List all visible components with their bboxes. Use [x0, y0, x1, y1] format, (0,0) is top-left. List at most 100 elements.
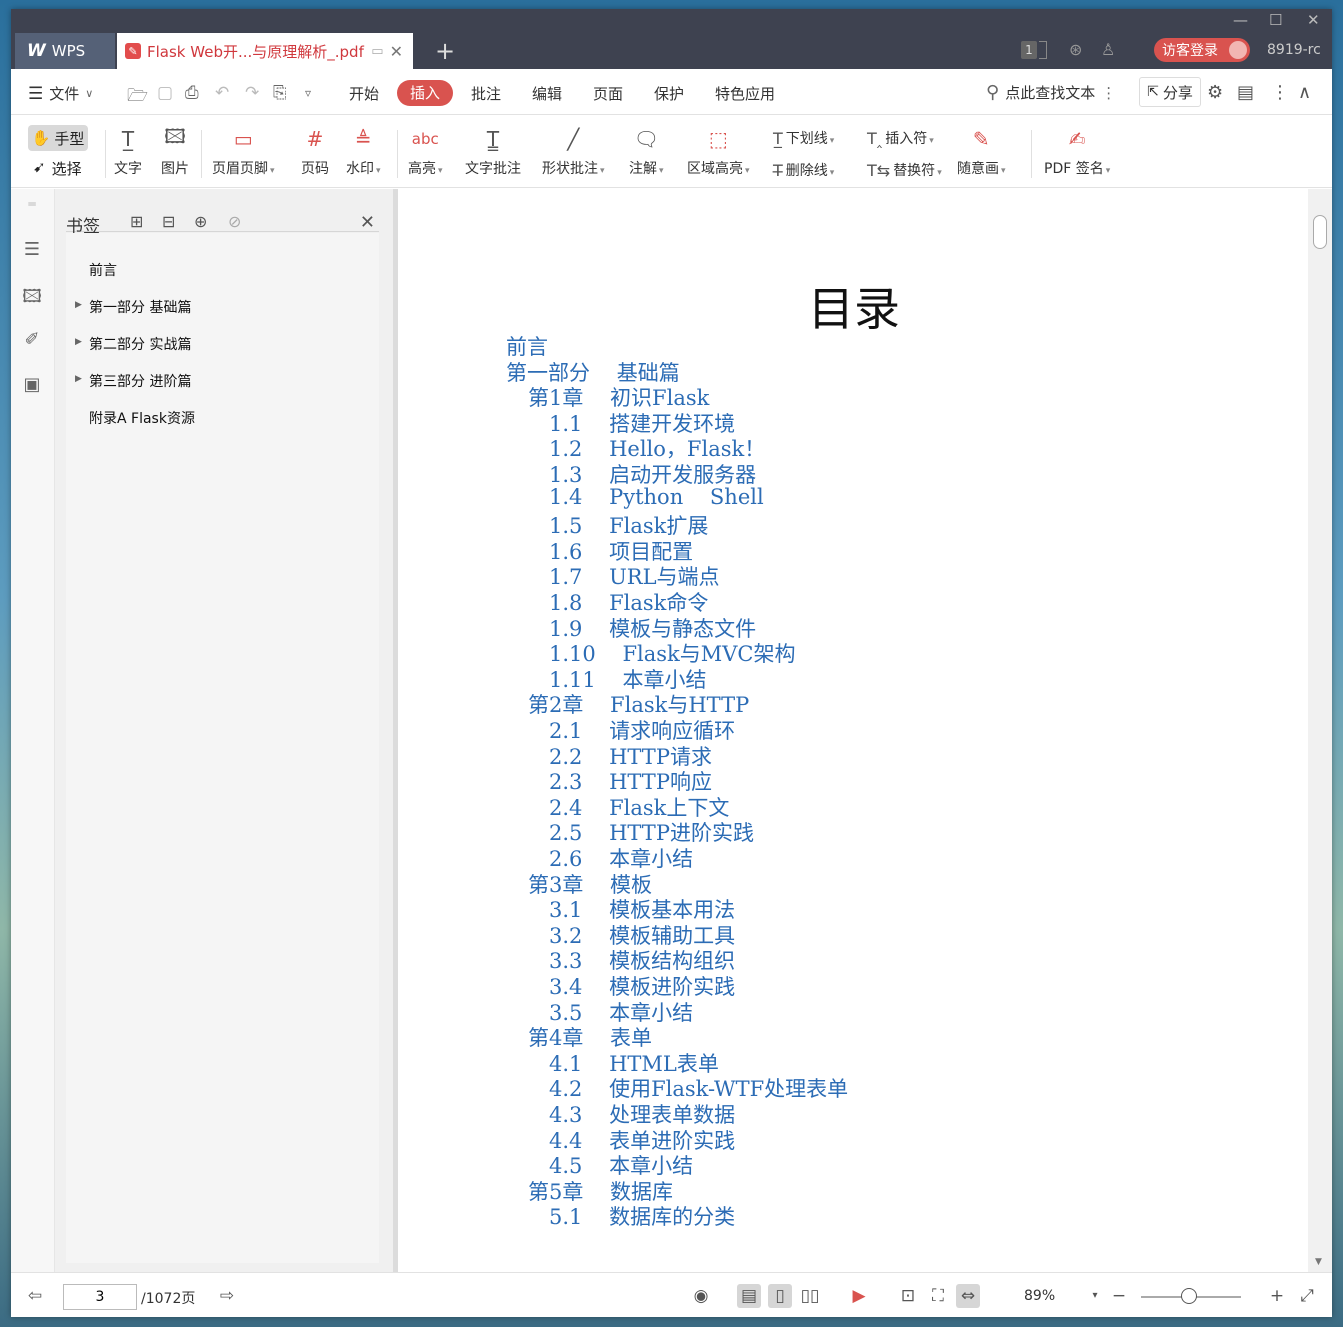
expand-arrow-icon[interactable]: ▶ — [75, 374, 82, 384]
undo-icon[interactable]: ↶ — [215, 83, 229, 103]
comment-icon[interactable]: ▤ — [1237, 82, 1254, 103]
zoom-out-icon[interactable]: − — [1107, 1284, 1131, 1308]
save-icon[interactable]: ▢ — [157, 83, 173, 103]
collapse-ribbon-icon[interactable]: ∧ — [1298, 82, 1311, 103]
fullscreen-icon[interactable]: ⤢ — [1295, 1284, 1319, 1308]
scroll-down-icon[interactable]: ▼ — [1315, 1257, 1322, 1267]
area-highlight-label: 区域高亮 — [687, 158, 750, 178]
insert-bookmark-icon[interactable]: ⊕ — [194, 212, 207, 231]
note-button[interactable]: 🗨 注解 — [629, 124, 664, 178]
toc-entry[interactable]: 5.1 数据库的分类 — [549, 1201, 735, 1231]
share-button[interactable]: ⇱ 分享 — [1139, 77, 1201, 107]
guest-login-button[interactable]: 访客登录 — [1154, 38, 1250, 62]
skin-shirt-icon[interactable]: ♙ — [1101, 40, 1115, 59]
text-annotation-button[interactable]: T̳ 文字批注 — [465, 124, 521, 178]
expand-arrow-icon[interactable]: ▶ — [75, 300, 82, 310]
zoom-in-icon[interactable]: + — [1265, 1284, 1289, 1308]
zoom-slider-handle[interactable] — [1181, 1288, 1197, 1304]
eye-protection-icon[interactable]: ◉ — [689, 1284, 713, 1308]
fit-page-icon[interactable]: ⛶ — [926, 1284, 950, 1308]
more-options-icon[interactable]: ⋮ — [1271, 82, 1289, 103]
tab-edit[interactable]: 编辑 — [532, 83, 562, 104]
more-vertical-icon[interactable]: ⋮ — [1101, 84, 1116, 102]
cloud-sync-icon[interactable]: ⊛ — [1069, 40, 1082, 59]
single-page-view-icon[interactable]: ▯ — [768, 1284, 792, 1308]
add-sub-bookmark-icon[interactable]: ⊟ — [162, 212, 175, 231]
wps-home-tab[interactable]: W WPS — [15, 33, 115, 69]
hand-tool-button[interactable]: ✋ 手型 — [28, 125, 88, 151]
tab-annotate[interactable]: 批注 — [471, 83, 501, 104]
scrollbar-thumb[interactable] — [1313, 215, 1327, 249]
tab-start[interactable]: 开始 — [349, 83, 379, 104]
insert-text-label: 文字 — [114, 161, 142, 177]
expand-arrow-icon[interactable]: ▶ — [75, 337, 82, 347]
highlight-button[interactable]: abc 高亮 — [408, 124, 443, 178]
close-tab-icon[interactable]: ✕ — [390, 42, 403, 61]
export-icon[interactable]: ⎘ — [273, 83, 287, 103]
vertical-scrollbar[interactable]: ▼ — [1308, 189, 1332, 1272]
zoom-dropdown-icon[interactable]: ▾ — [1083, 1284, 1107, 1308]
replace-char-button[interactable]: T⇆ 替换符 — [867, 160, 942, 180]
watermark-icon: ≜ — [354, 127, 372, 151]
play-slideshow-icon[interactable]: ▶ — [847, 1284, 871, 1308]
divider — [1031, 130, 1032, 178]
shape-annotation-button[interactable]: ╱ 形状批注 — [542, 124, 605, 178]
find-text-search[interactable]: ⚲ 点此查找文本 ⋮ — [986, 82, 1116, 103]
close-panel-icon[interactable]: ✕ — [360, 212, 375, 233]
quick-access-dropdown-icon[interactable]: ▿ — [305, 86, 311, 100]
tab-insert[interactable]: 插入 — [397, 80, 453, 106]
bookmark-list-icon[interactable]: ☰ — [21, 239, 43, 261]
insert-caret-button[interactable]: T‸ 插入符 — [867, 128, 934, 148]
watermark-button[interactable]: ≜ 水印 — [346, 124, 381, 178]
drag-handle-icon[interactable]: ═ — [21, 197, 43, 219]
tab-special-apps[interactable]: 特色应用 — [715, 83, 775, 104]
page-number-icon: # — [306, 127, 324, 151]
select-tool-button[interactable]: ➹ 选择 — [33, 158, 82, 179]
find-text-label: 点此查找文本 — [1005, 84, 1096, 102]
double-page-view-icon[interactable]: ▯▯ — [798, 1284, 822, 1308]
signature-panel-icon[interactable]: ▣ — [21, 374, 43, 396]
guest-login-label: 访客登录 — [1162, 43, 1218, 59]
print-icon[interactable]: ⎙ — [185, 83, 199, 103]
freehand-draw-button[interactable]: ✎ 随意画 — [957, 124, 1006, 178]
document-tab[interactable]: ✎ Flask Web开...与原理解析_.pdf ▭ ✕ — [117, 33, 413, 69]
annotation-pen-icon[interactable]: ✐ — [21, 329, 43, 351]
next-page-icon[interactable]: ⇨ — [215, 1284, 239, 1308]
previous-page-icon[interactable]: ⇦ — [23, 1284, 47, 1308]
page-number-input[interactable] — [63, 1284, 137, 1310]
actual-size-icon[interactable]: ⊡ — [896, 1284, 920, 1308]
redo-icon[interactable]: ↷ — [245, 83, 259, 103]
share-label: 分享 — [1162, 83, 1193, 102]
zoom-level[interactable]: 89% — [1024, 1288, 1055, 1304]
maximize-icon[interactable]: ☐ — [1269, 11, 1282, 29]
strikethrough-button[interactable]: T̶ 删除线 — [773, 160, 834, 180]
highlight-label: 高亮 — [408, 158, 443, 178]
continuous-view-icon[interactable]: ▤ — [737, 1284, 761, 1308]
header-footer-button[interactable]: ▭ 页眉页脚 — [212, 124, 275, 178]
insert-text-button[interactable]: T̲ 文字 — [113, 124, 143, 178]
close-window-icon[interactable]: ✕ — [1307, 11, 1320, 29]
settings-gear-icon[interactable]: ⚙ — [1207, 82, 1223, 103]
divider — [201, 130, 202, 178]
fit-width-icon[interactable]: ⇔ — [956, 1284, 980, 1308]
file-menu[interactable]: ☰ 文件 ∨ — [28, 83, 93, 104]
thumbnail-image-icon[interactable]: 🖾 — [21, 284, 43, 307]
window-count-badge[interactable]: 1 — [1021, 41, 1037, 59]
delete-bookmark-icon[interactable]: ⊘ — [228, 212, 241, 231]
tab-page[interactable]: 页面 — [593, 83, 623, 104]
shape-annotation-label: 形状批注 — [542, 158, 605, 178]
pdf-page: 目录 前言 第一部分 基础篇 第1章 初识Flask 1.1 搭建开发环境 1.2 He… — [398, 189, 1308, 1272]
monitor-icon[interactable]: ▭ — [371, 44, 383, 59]
area-highlight-button[interactable]: ⬚ 区域高亮 — [687, 124, 750, 178]
tab-protect[interactable]: 保护 — [654, 83, 684, 104]
open-folder-icon[interactable]: 🗁 — [127, 83, 148, 112]
minimize-icon[interactable]: — — [1233, 11, 1248, 29]
toc-heading: 目录 — [808, 282, 900, 336]
toc-entry[interactable]: 1.4 Python Shell — [549, 485, 764, 509]
underline-button[interactable]: T̲ 下划线 — [773, 128, 834, 148]
pdf-sign-button[interactable]: ✍ PDF 签名 — [1044, 124, 1110, 178]
insert-image-button[interactable]: 🖾 图片 — [160, 124, 190, 178]
add-bookmark-icon[interactable]: ⊞ — [130, 212, 143, 231]
new-tab-button[interactable]: + — [429, 33, 461, 69]
page-number-button[interactable]: # 页码 — [300, 124, 330, 178]
